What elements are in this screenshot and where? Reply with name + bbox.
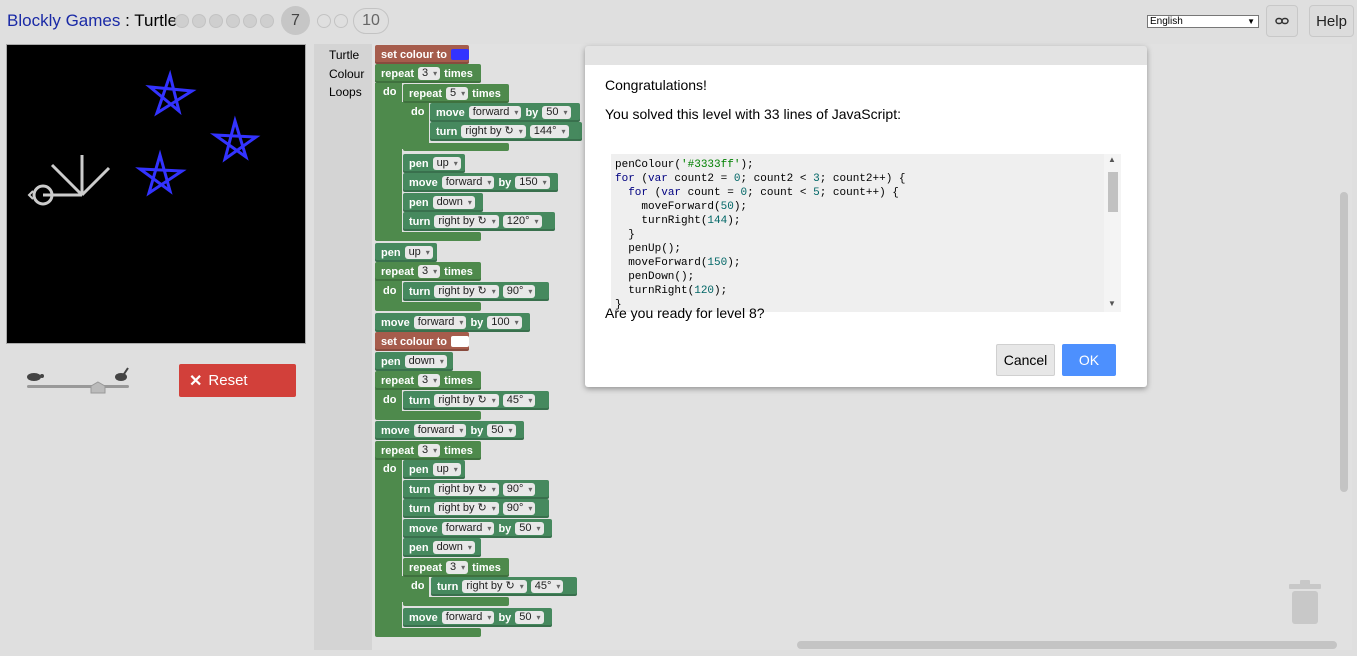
block-repeat[interactable]: repeat3times	[375, 441, 481, 460]
code-line: turnRight(120);	[615, 285, 728, 297]
code-line: for (var count = 0; count < 5; count++) …	[628, 187, 899, 199]
workspace-horizontal-scrollbar[interactable]	[797, 641, 1337, 649]
link-icon	[1275, 17, 1289, 25]
do-label: do	[383, 394, 397, 406]
link-button[interactable]	[1266, 5, 1298, 37]
block-turn[interactable]: turnright by ↻120°	[403, 212, 555, 231]
level-dot-2[interactable]	[192, 13, 206, 28]
reset-label: Reset	[208, 372, 248, 389]
block-pen[interactable]: pen up	[403, 460, 465, 479]
dropdown-arrow-icon: ▼	[1247, 17, 1255, 26]
block-move[interactable]: moveforwardby50	[375, 421, 524, 440]
level-dot-5[interactable]	[243, 13, 257, 28]
block-repeat-end	[403, 143, 509, 151]
block-repeat[interactable]: repeat3times	[375, 64, 481, 83]
turtle-icon	[27, 155, 111, 206]
block-move[interactable]: moveforwardby50	[403, 608, 552, 627]
block-move[interactable]: moveforwardby100	[375, 313, 530, 332]
dialog-question: Are you ready for level 8?	[605, 305, 765, 321]
game-name: Turtle	[134, 11, 178, 30]
block-pen[interactable]: pen down	[403, 193, 483, 212]
block-repeat[interactable]: repeat3times	[403, 558, 509, 577]
level-dot-6[interactable]	[260, 13, 274, 28]
block-move[interactable]: moveforwardby50	[403, 519, 552, 538]
title-separator: :	[120, 11, 135, 30]
congratulations-dialog: Congratulations! You solved this level w…	[585, 46, 1147, 387]
page-title: Blockly Games : Turtle	[7, 11, 177, 31]
block-move[interactable]: moveforwardby50	[430, 103, 580, 122]
turtle-slow-icon	[27, 373, 44, 381]
code-line: turnRight(144);	[615, 215, 741, 227]
block-repeat-end	[375, 411, 481, 420]
block-repeat[interactable]: repeat3times	[375, 371, 481, 390]
level-dot-3[interactable]	[209, 13, 223, 28]
block-pen[interactable]: pen down	[403, 538, 481, 557]
speed-slider[interactable]	[26, 366, 130, 394]
level-dot-4[interactable]	[226, 13, 240, 28]
code-line: penDown();	[615, 271, 695, 283]
colour-swatch-blue[interactable]	[451, 49, 469, 60]
block-pen[interactable]: pen down	[375, 352, 453, 371]
toolbox: Turtle Colour Loops	[314, 44, 372, 650]
block-turn[interactable]: turnright by ↻90°	[403, 499, 549, 518]
do-label: do	[411, 580, 425, 592]
code-line: penColour('#3333ff');	[615, 159, 754, 171]
help-button[interactable]: Help	[1309, 5, 1354, 37]
block-repeat[interactable]: repeat3times	[375, 262, 481, 281]
block-pen[interactable]: pen up	[375, 243, 437, 262]
toolbox-loops[interactable]: Loops	[329, 85, 362, 99]
trash-icon[interactable]	[1287, 580, 1323, 626]
code-box[interactable]: penColour('#3333ff'); for (var count2 = 0…	[611, 154, 1121, 312]
turtle-canvas	[6, 44, 306, 344]
code-line: moveForward(50);	[615, 201, 748, 213]
block-turn[interactable]: turnright by ↻45°	[403, 391, 549, 410]
block-turn[interactable]: turnright by ↻45°	[431, 577, 577, 596]
toolbox-turtle[interactable]: Turtle	[329, 48, 359, 62]
slider-handle	[90, 381, 106, 394]
close-icon: ✕	[189, 372, 203, 390]
level-dot-1[interactable]	[175, 13, 189, 28]
block-repeat-end	[403, 597, 509, 606]
dialog-congrats: Congratulations!	[605, 77, 707, 93]
scroll-up-icon[interactable]: ▲	[1108, 155, 1116, 164]
block-set-colour[interactable]: set colour to	[375, 332, 469, 351]
block-turn[interactable]: turnright by ↻90°	[403, 282, 549, 301]
colour-swatch-white[interactable]	[451, 336, 469, 347]
workspace-vertical-scrollbar[interactable]	[1340, 192, 1348, 492]
code-line: penUp();	[615, 243, 682, 255]
code-line: for (var count2 = 0; count2 < 3; count2+…	[615, 173, 906, 185]
block-repeat[interactable]: repeat5times	[403, 84, 509, 103]
ok-button[interactable]: OK	[1062, 344, 1116, 376]
block-repeat-end	[375, 232, 481, 241]
cancel-button[interactable]: Cancel	[996, 344, 1055, 376]
block-repeat-end	[375, 302, 481, 311]
do-label: do	[383, 463, 397, 475]
toolbox-colour[interactable]: Colour	[329, 67, 364, 81]
do-label: do	[411, 106, 425, 118]
reset-button[interactable]: ✕ Reset	[179, 364, 296, 397]
language-select[interactable]: English ▼	[1147, 15, 1259, 28]
scroll-down-icon[interactable]: ▼	[1108, 299, 1116, 308]
do-label: do	[383, 285, 397, 297]
do-label: do	[383, 86, 397, 98]
code-line: moveForward(150);	[615, 257, 741, 269]
app-name-link[interactable]: Blockly Games	[7, 11, 120, 30]
current-level[interactable]: 7	[281, 6, 310, 35]
language-value: English	[1150, 16, 1183, 27]
level-selector: 7 10	[175, 6, 389, 35]
star-icon	[135, 69, 261, 197]
code-line: }	[615, 229, 635, 241]
level-dot-9[interactable]	[334, 13, 348, 28]
code-scrollbar-thumb[interactable]	[1108, 172, 1118, 212]
dialog-solved-text: You solved this level with 33 lines of J…	[605, 106, 901, 122]
rabbit-fast-icon	[115, 367, 129, 381]
block-pen[interactable]: pen up	[403, 154, 465, 173]
block-move[interactable]: moveforwardby150	[403, 173, 558, 192]
level-10[interactable]: 10	[353, 7, 389, 34]
block-turn[interactable]: turnright by ↻144°	[430, 122, 582, 141]
block-turn[interactable]: turnright by ↻90°	[403, 480, 549, 499]
block-repeat-end	[375, 628, 481, 637]
block-set-colour[interactable]: set colour to	[375, 45, 469, 64]
level-dot-8[interactable]	[317, 13, 331, 28]
